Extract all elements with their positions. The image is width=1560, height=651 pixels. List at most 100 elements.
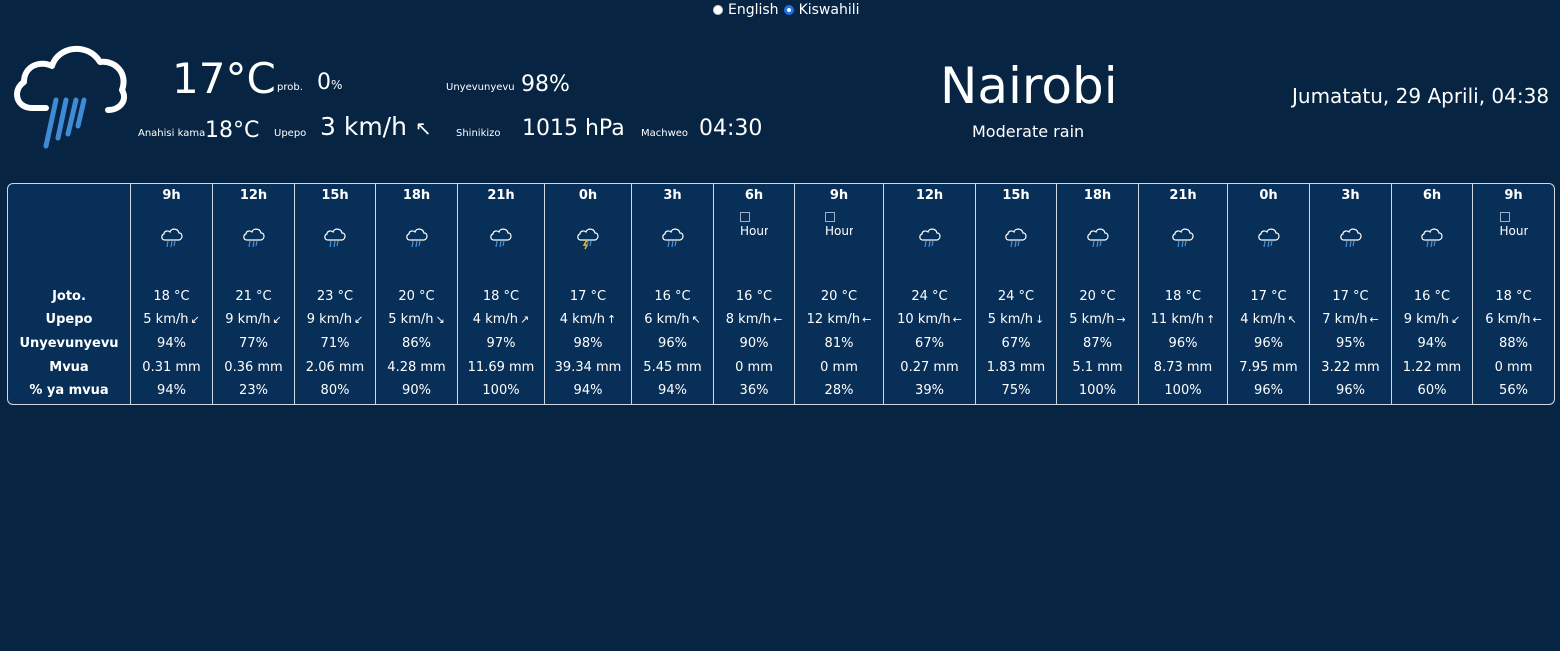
- forecast-column: 0h 17 °C 4 km/h ↖ 96% 7.95 mm 96%: [1227, 184, 1309, 404]
- forecast-hour: 12h: [915, 188, 944, 203]
- row-label-humidity: Unyevunyevu: [19, 336, 119, 351]
- thunderstorm-icon: [545, 228, 631, 254]
- wind-direction-icon: ←: [1532, 313, 1542, 326]
- forecast-wind: 5 km/h →: [1069, 312, 1126, 327]
- forecast-column: 9h Hourly 18 °C 6 km/h← 88% 0 mm 56%: [1472, 184, 1554, 404]
- humidity-label: Unyevunyevu: [446, 82, 515, 93]
- pressure-label: Shinikizo: [456, 128, 501, 139]
- forecast-column: 6h Hourly 16 °C 8 km/h← 90% 0 mm 36%: [713, 184, 794, 404]
- forecast-wind: 10 km/h ←: [897, 312, 962, 327]
- wind-label: Upepo: [274, 128, 307, 139]
- row-label-rain-chance: % ya mvua: [29, 383, 109, 398]
- forecast-hour: 15h: [1002, 188, 1030, 203]
- forecast-rain-chance: 75%: [1001, 383, 1031, 398]
- forecast-column: 18h 20 °C 5 km/h ↘ 86% 4.28 mm 90%: [375, 184, 457, 404]
- feels-like-value: 18°C: [205, 118, 260, 143]
- forecast-hour: 0h: [1259, 188, 1278, 203]
- forecast-humidity: 86%: [402, 336, 431, 351]
- forecast-hour: 18h: [1083, 188, 1112, 203]
- forecast-hour: 6h: [744, 188, 764, 203]
- forecast-hour: 9h: [162, 188, 181, 203]
- english-radio[interactable]: [713, 5, 723, 15]
- row-label-rain: Mvua: [49, 360, 89, 375]
- wind-direction-icon: ↖: [1287, 313, 1297, 326]
- forecast-rain-chance: 96%: [1336, 383, 1365, 398]
- forecast-temperature: 23 °C: [316, 289, 354, 304]
- rain-icon: [213, 228, 294, 254]
- forecast-column: 15h 24 °C 5 km/h ↓ 67% 1.83 mm 75%: [975, 184, 1056, 404]
- forecast-rain-chance: 94%: [658, 383, 687, 398]
- feels-like-label: Anahisi kama: [138, 128, 206, 139]
- forecast-wind: 6 km/h ←: [1485, 312, 1542, 327]
- forecast-humidity: 67%: [1001, 336, 1031, 351]
- wind-direction-icon: ↓: [1035, 313, 1045, 326]
- forecast-wind: 4 km/h ↖: [1240, 312, 1297, 327]
- forecast-rain-chance: 39%: [915, 383, 944, 398]
- rain-icon: [295, 228, 375, 254]
- kiswahili-label[interactable]: Kiswahili: [799, 2, 860, 18]
- forecast-temperature: 18 °C: [153, 289, 190, 304]
- wind-direction-icon: ←: [1369, 313, 1379, 326]
- forecast-column: 12h 24 °C 10 km/h ← 67% 0.27 mm 39%: [883, 184, 975, 404]
- forecast-column: 3h 16 °C 6 km/h ↖ 96% 5.45 mm 94%: [631, 184, 713, 404]
- forecast-wind: 11 km/h ↑: [1150, 312, 1216, 327]
- wind-value: 3 km/h ↖: [320, 112, 432, 141]
- forecast-rain: 5.45 mm: [643, 360, 702, 375]
- forecast-column: 9h 18 °C 5 km/h ↙ 94% 0.31 mm 94%: [130, 184, 212, 404]
- kiswahili-radio[interactable]: [783, 5, 794, 15]
- forecast-wind: 7 km/h ←: [1322, 312, 1379, 327]
- wind-direction-icon: ←: [952, 313, 962, 326]
- rain-cloud-icon: [14, 45, 128, 149]
- forecast-column: 12h 21 °C 9 km/h ↙ 77% 0.36 mm 23%: [212, 184, 294, 404]
- wind-direction-icon: ↙: [272, 313, 282, 326]
- wind-direction-icon: ←: [773, 313, 783, 326]
- forecast-rain-chance: 80%: [320, 383, 350, 398]
- forecast-temperature: 18 °C: [482, 289, 520, 304]
- forecast-humidity: 67%: [915, 336, 944, 351]
- current-temperature: 17°C: [172, 54, 276, 103]
- forecast-temperature: 21 °C: [235, 289, 272, 304]
- wind-direction-icon: ←: [862, 313, 872, 326]
- forecast-rain: 8.73 mm: [1153, 360, 1213, 375]
- forecast-hour: 3h: [1341, 188, 1360, 203]
- forecast-humidity: 94%: [1417, 336, 1447, 351]
- forecast-wind: 9 km/h ↙: [225, 312, 282, 327]
- rain-icon: [1310, 228, 1391, 254]
- forecast-hour: 9h: [1504, 188, 1523, 203]
- forecast-humidity: 81%: [824, 336, 854, 351]
- forecast-humidity: 71%: [320, 336, 350, 351]
- wind-direction-icon: ↙: [1451, 313, 1461, 326]
- forecast-hour: 9h: [829, 188, 849, 203]
- forecast-humidity: 98%: [573, 336, 603, 351]
- rain-icon: [884, 228, 975, 254]
- forecast-temperature: 20 °C: [820, 289, 858, 304]
- forecast-wind: 5 km/h ↓: [987, 312, 1045, 327]
- forecast-rain: 0.31 mm: [142, 360, 201, 375]
- row-labels-column: Joto. Upepo Unyevunyevu Mvua % ya mvua: [8, 184, 130, 404]
- forecast-rain-chance: 56%: [1499, 383, 1528, 398]
- forecast-rain: 1.22 mm: [1402, 360, 1462, 375]
- forecast-temperature: 20 °C: [1079, 289, 1116, 304]
- forecast-rain: 0.27 mm: [900, 360, 959, 375]
- forecast-wind: 9 km/h ↙: [1403, 312, 1461, 327]
- forecast-temperature: 20 °C: [398, 289, 435, 304]
- wind-direction-icon: ↑: [1206, 313, 1216, 326]
- forecast-rain: 5.1 mm: [1072, 360, 1123, 375]
- english-label[interactable]: English: [728, 2, 779, 18]
- forecast-temperature: 17 °C: [569, 289, 607, 304]
- forecast-temperature: 17 °C: [1250, 289, 1287, 304]
- wind-direction-icon: ↖: [414, 116, 432, 140]
- forecast-wind: 6 km/h ↖: [644, 312, 701, 327]
- forecast-humidity: 96%: [658, 336, 687, 351]
- wind-direction-icon: ↘: [435, 313, 445, 326]
- forecast-rain: 11.69 mm: [467, 360, 535, 375]
- forecast-humidity: 96%: [1168, 336, 1198, 351]
- forecast-rain-chance: 94%: [157, 383, 186, 398]
- broken-image-icon: Hourly: [795, 210, 883, 241]
- forecast-rain: 0 mm: [1494, 360, 1533, 375]
- forecast-column: 21h 18 °C 4 km/h ↗ 97% 11.69 mm 100%: [457, 184, 544, 404]
- forecast-rain-chance: 94%: [573, 383, 603, 398]
- wind-direction-icon: ↖: [691, 313, 701, 326]
- wind-direction-icon: ↗: [520, 313, 530, 326]
- language-selector: English Kiswahili: [712, 2, 864, 18]
